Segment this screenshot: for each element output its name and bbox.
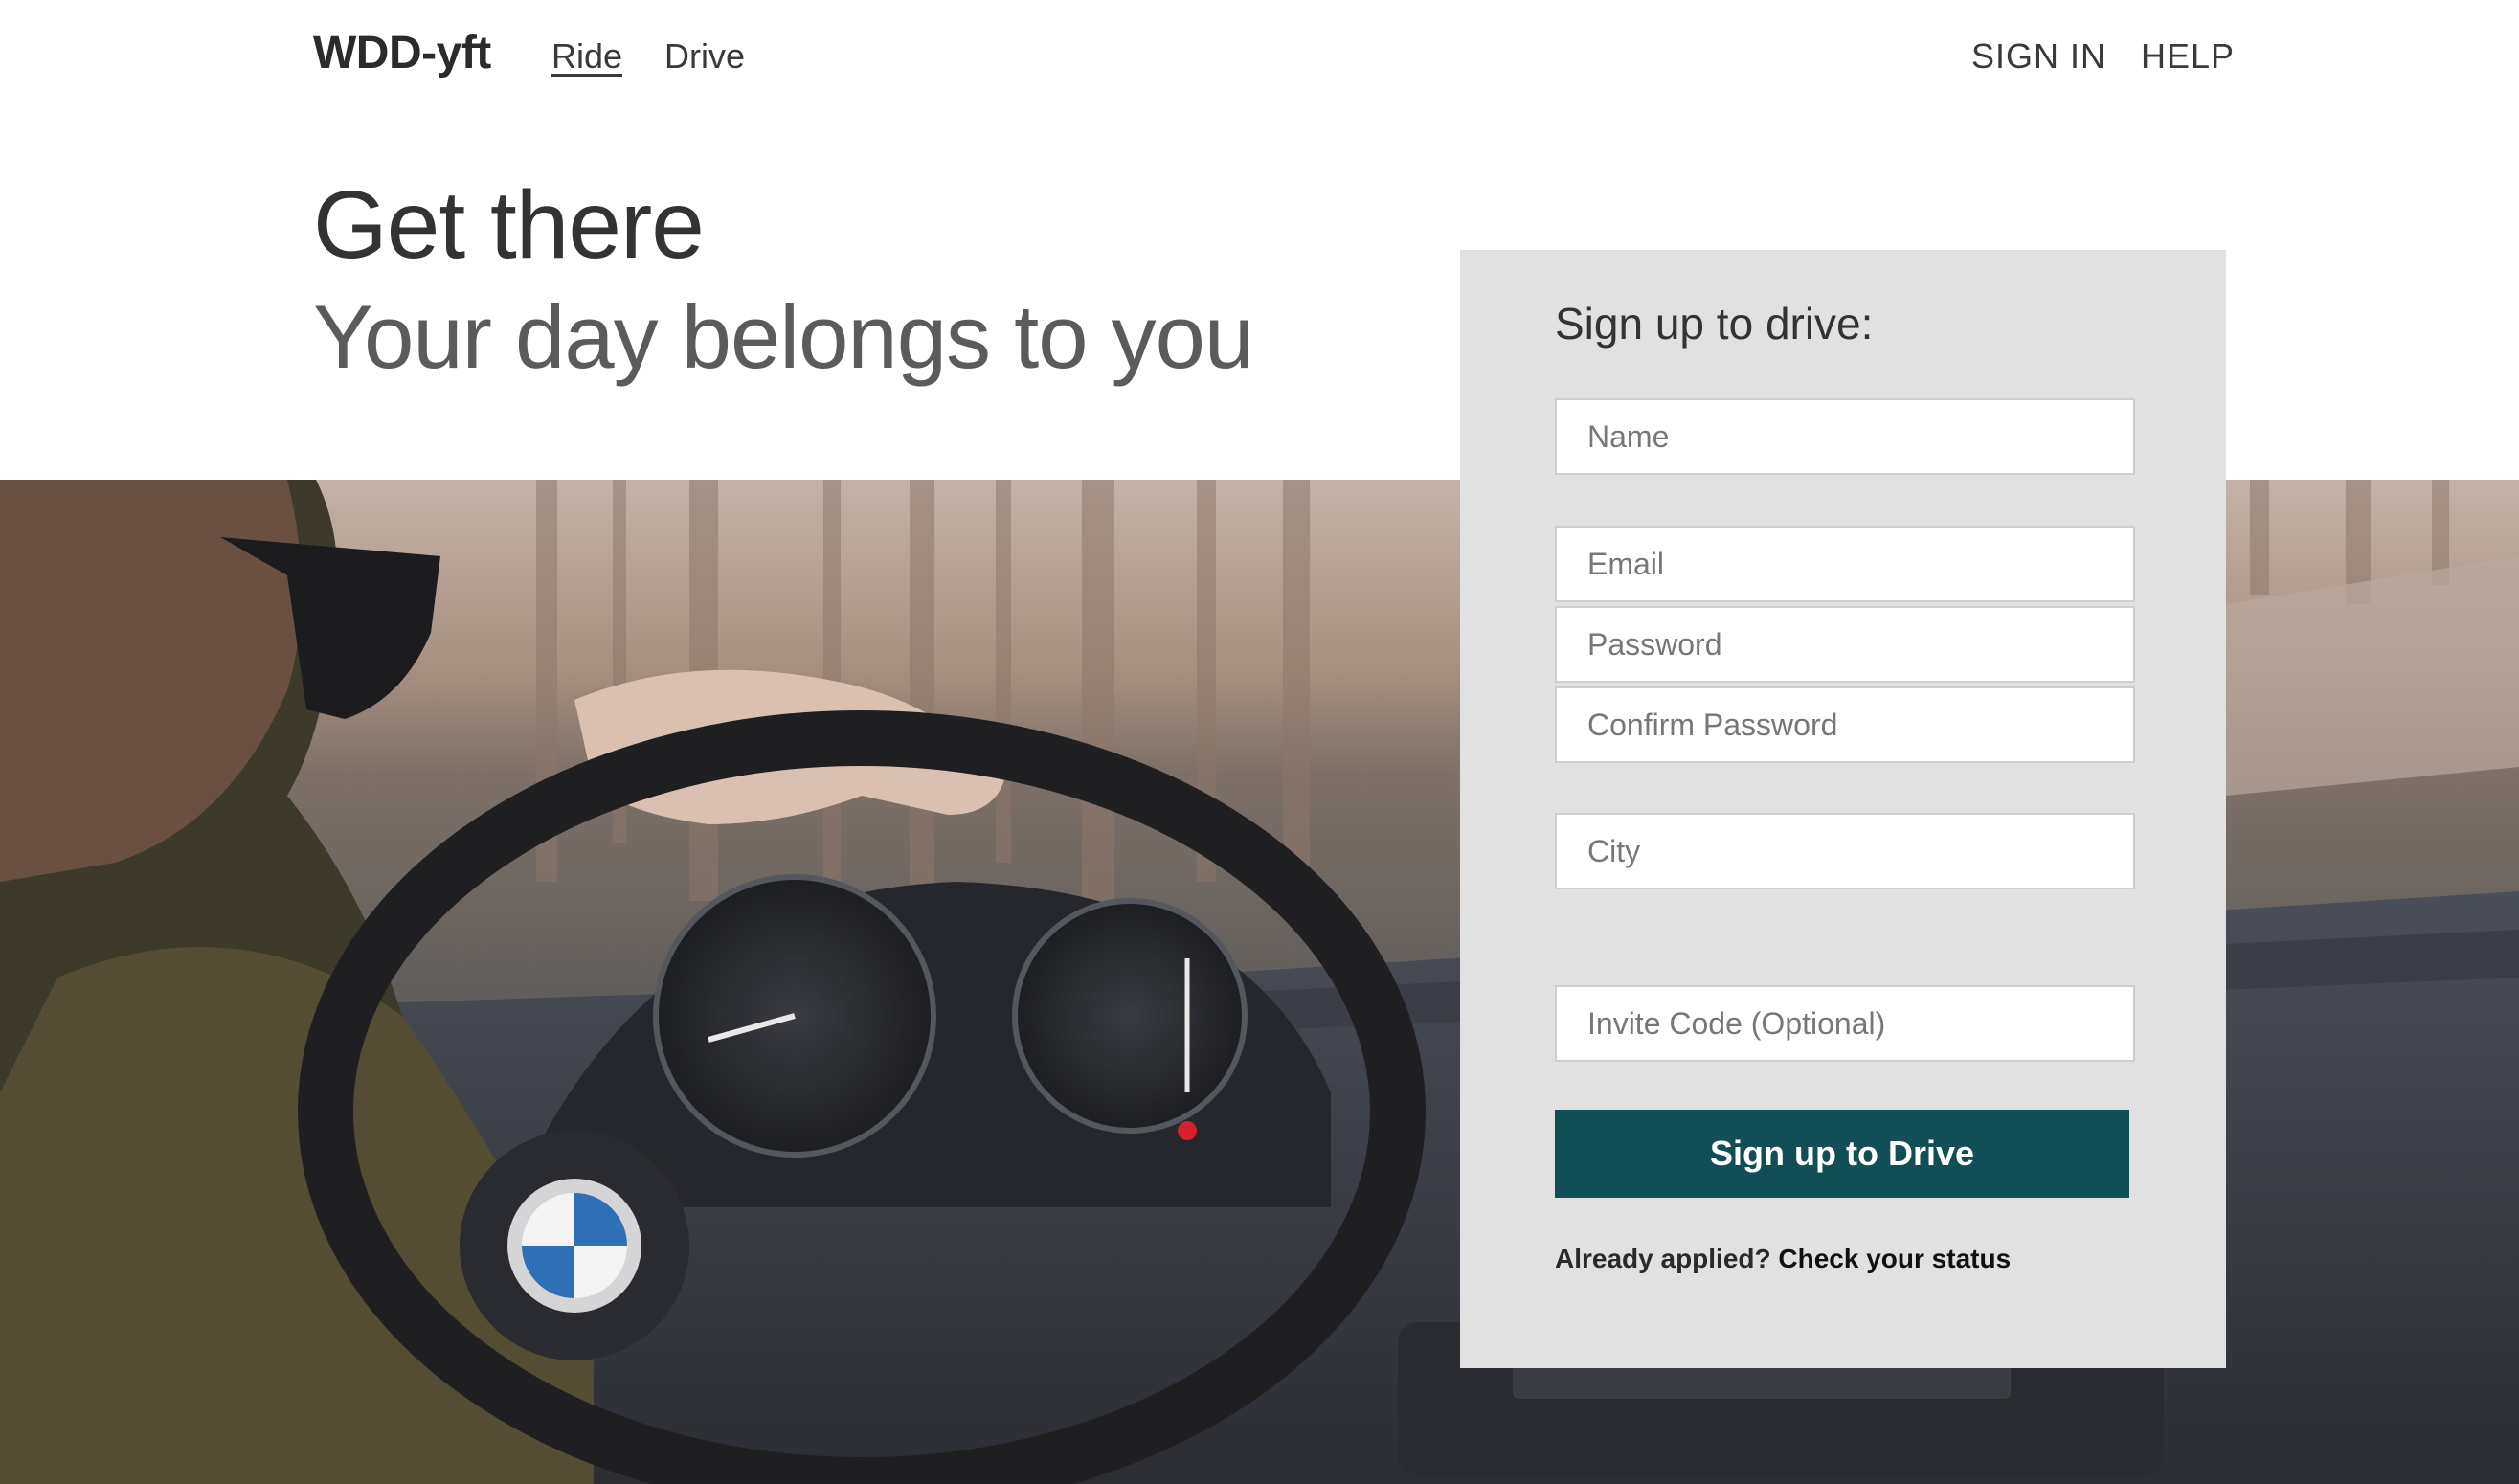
signup-panel: Sign up to drive: Sign up to Drive Alrea… — [1460, 250, 2226, 1368]
name-input[interactable] — [1555, 398, 2135, 475]
password-input[interactable] — [1555, 606, 2135, 683]
hero-subtitle: Your day belongs to you — [313, 286, 1254, 387]
sign-up-to-drive-button[interactable]: Sign up to Drive — [1555, 1110, 2129, 1198]
nav-drive-link[interactable]: Drive — [664, 36, 745, 77]
nav-ride-link[interactable]: Ride — [551, 36, 622, 77]
hero-title: Get there — [313, 171, 705, 279]
site-header: WDD-yft Ride Drive SIGN IN HELP — [0, 0, 2519, 115]
confirm-password-input[interactable] — [1555, 686, 2135, 763]
email-input[interactable] — [1555, 526, 2135, 602]
city-input[interactable] — [1555, 813, 2135, 889]
invite-code-input[interactable] — [1555, 985, 2135, 1062]
status-prompt: Already applied? — [1555, 1244, 1771, 1273]
signup-heading: Sign up to drive: — [1555, 299, 1874, 349]
nav-sign-in-link[interactable]: SIGN IN — [1971, 36, 2106, 77]
status-line: Already applied? Check your status — [1555, 1244, 2011, 1274]
nav-help-link[interactable]: HELP — [2141, 36, 2235, 77]
check-status-link[interactable]: Check your status — [1778, 1244, 2011, 1273]
site-logo[interactable]: WDD-yft — [313, 27, 491, 79]
